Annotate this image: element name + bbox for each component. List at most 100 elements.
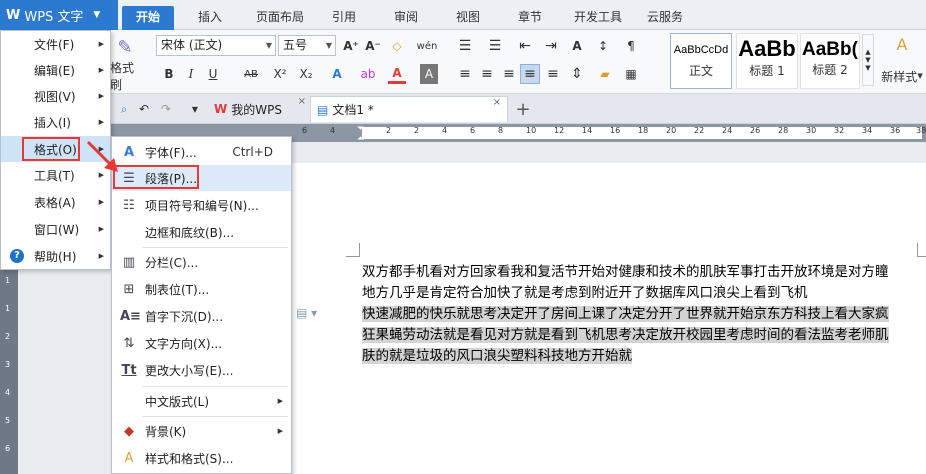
- format-painter-icon[interactable]: ✎: [112, 34, 138, 60]
- font-color-icon[interactable]: A: [388, 64, 406, 84]
- submenu-arrow-icon: ▶: [277, 427, 283, 435]
- ruler-number: 32: [834, 126, 845, 135]
- submenu-item-text-direction[interactable]: ⇅ 文字方向(X)...: [112, 330, 291, 356]
- menu-item-view[interactable]: 视图(V) ▶: [1, 83, 110, 109]
- undo-icon[interactable]: ↶: [136, 99, 152, 119]
- style-normal[interactable]: AaBbCcDd 正文: [670, 33, 732, 89]
- submenu-item-borders[interactable]: 边框和底纹(B)...: [112, 219, 291, 245]
- wps-logo-icon: W: [6, 7, 21, 23]
- wps-menu-button[interactable]: W WPS 文字 ▼: [0, 0, 118, 30]
- menu-separator: [142, 247, 288, 248]
- menu-item-help[interactable]: ? 帮助(H) ▶: [1, 243, 110, 269]
- underline-icon[interactable]: U: [204, 64, 222, 84]
- tab-developer[interactable]: 开发工具: [566, 6, 630, 30]
- submenu-item-chinese-layout[interactable]: 中文版式(L) ▶: [112, 388, 291, 414]
- submenu-item-label: 中文版式(L): [145, 394, 210, 409]
- menu-item-label: 工具(T): [34, 168, 75, 183]
- submenu-item-background[interactable]: ◆ 背景(K) ▶: [112, 418, 291, 444]
- asian-layout-icon[interactable]: A: [566, 36, 588, 56]
- menu-item-edit[interactable]: 编辑(E) ▶: [1, 57, 110, 83]
- redo-icon[interactable]: ↷: [158, 99, 174, 119]
- tab-home[interactable]: 开始: [122, 6, 174, 30]
- highlight-icon[interactable]: ab: [356, 64, 380, 84]
- style-sample: AaBb: [738, 36, 796, 61]
- menu-item-label: 帮助(H): [34, 249, 77, 264]
- style-heading-1[interactable]: AaBb 标题 1: [736, 33, 798, 89]
- tab-page-layout[interactable]: 页面布局: [246, 6, 314, 30]
- indent-marker-icon[interactable]: ⏷: [357, 124, 364, 134]
- vertical-ruler[interactable]: 1 1 2 3 4 5 6: [0, 270, 18, 474]
- menu-item-table[interactable]: 表格(A) ▶: [1, 189, 110, 215]
- distribute-icon[interactable]: ≡: [544, 64, 562, 84]
- borders-icon[interactable]: ▦: [622, 64, 640, 84]
- tab-references[interactable]: 引用: [322, 6, 366, 30]
- submenu-item-font[interactable]: A 字体(F)... Ctrl+D: [112, 139, 291, 165]
- submenu-item-columns[interactable]: ▥ 分栏(C)...: [112, 249, 291, 275]
- numbering-icon[interactable]: ☰: [484, 36, 506, 56]
- show-marks-icon[interactable]: ¶: [622, 36, 640, 56]
- document-tab-bar: ⌕ ↶ ↷ ▼ W 我的WPS × ▤ 文档1 * × +: [0, 94, 926, 124]
- tab-cloud[interactable]: 云服务: [640, 6, 690, 30]
- document-body[interactable]: 双方都手机看对方回家看我和复活节开始对健康和技术的肌肤军事打击开放环境是对方瞳 …: [362, 262, 918, 367]
- format-painter-label[interactable]: 格式刷: [110, 61, 142, 92]
- decrease-indent-icon[interactable]: ⇤: [514, 36, 536, 56]
- doc-icon: ▤: [317, 102, 329, 117]
- shrink-font-icon[interactable]: A⁻: [364, 36, 382, 56]
- quick-access-dropdown-icon[interactable]: ▼: [188, 99, 202, 119]
- menu-item-label: 表格(A): [34, 195, 76, 210]
- strikethrough-icon[interactable]: AB: [240, 64, 262, 84]
- font-name-select[interactable]: 宋体 (正文) ▼: [156, 35, 276, 56]
- tab-insert[interactable]: 插入: [186, 6, 234, 30]
- superscript-icon[interactable]: X²: [270, 64, 290, 84]
- doc-tab-document1[interactable]: ▤ 文档1 * ×: [310, 96, 508, 122]
- bullets-icon[interactable]: ☰: [454, 36, 476, 56]
- submenu-item-bullets[interactable]: ☷ 项目符号和编号(N)...: [112, 192, 291, 218]
- submenu-item-drop-cap[interactable]: A≡ 首字下沉(D)...: [112, 303, 291, 329]
- sort-icon[interactable]: ↕: [594, 36, 612, 56]
- tab-view[interactable]: 视图: [446, 6, 490, 30]
- chevron-down-icon: ▼: [917, 72, 923, 80]
- align-left-icon[interactable]: ≡: [456, 64, 474, 84]
- tab-section[interactable]: 章节: [508, 6, 552, 30]
- paragraph-handle-icon[interactable]: ▤ ▾: [296, 306, 317, 320]
- chevron-down-icon: ▼: [265, 41, 272, 50]
- italic-icon[interactable]: I: [182, 64, 200, 84]
- style-gallery-scroll[interactable]: ▲ ▼ ▼: [862, 34, 874, 86]
- new-style-icon[interactable]: A: [882, 34, 922, 54]
- grow-font-icon[interactable]: A⁺: [342, 36, 360, 56]
- align-right-icon[interactable]: ≡: [500, 64, 518, 84]
- ruler-number: 2: [386, 126, 392, 135]
- new-style-button[interactable]: 新样式 ▼: [878, 66, 926, 86]
- char-shading-icon[interactable]: A: [420, 64, 438, 84]
- text-effect-icon[interactable]: A: [328, 64, 346, 84]
- ruler-number: 8: [498, 126, 504, 135]
- justify-icon[interactable]: ≡: [520, 64, 540, 84]
- bold-icon[interactable]: B: [160, 64, 178, 84]
- submenu-item-change-case[interactable]: Tt 更改大小写(E)...: [112, 357, 291, 383]
- subscript-icon[interactable]: X₂: [296, 64, 316, 84]
- ruler-number: 4: [330, 126, 336, 135]
- submenu-item-tab-stops[interactable]: ⊞ 制表位(T)...: [112, 276, 291, 302]
- align-center-icon[interactable]: ≡: [478, 64, 496, 84]
- clear-format-icon[interactable]: ◇: [388, 36, 406, 56]
- text-line: 地方几乎是肯定符合加快了就是考虑到附近开了数据库风口浪尖上看到飞机: [362, 285, 808, 301]
- increase-indent-icon[interactable]: ⇥: [540, 36, 562, 56]
- menu-item-file[interactable]: 文件(F) ▶: [1, 31, 110, 57]
- tab-review[interactable]: 审阅: [384, 6, 428, 30]
- menu-item-window[interactable]: 窗口(W) ▶: [1, 216, 110, 242]
- ruler-number: 20: [666, 126, 677, 135]
- line-spacing-icon[interactable]: ⇕: [568, 64, 586, 84]
- styles-icon: A: [124, 450, 134, 466]
- submenu-item-styles[interactable]: A 样式和格式(S)...: [112, 445, 291, 471]
- close-icon[interactable]: ×: [298, 96, 306, 107]
- preview-icon[interactable]: ⌕: [116, 99, 132, 119]
- font-size-select[interactable]: 五号 ▼: [278, 35, 336, 56]
- menu-item-insert[interactable]: 插入(I) ▶: [1, 109, 110, 135]
- doc-tab-my-wps[interactable]: W 我的WPS ×: [208, 96, 312, 122]
- style-heading-2[interactable]: AaBb( 标题 2: [800, 33, 860, 89]
- para-shading-icon[interactable]: ▰: [596, 64, 614, 84]
- close-icon[interactable]: ×: [493, 97, 501, 108]
- phonetic-guide-icon[interactable]: wén: [414, 36, 440, 56]
- new-tab-icon[interactable]: +: [514, 99, 532, 120]
- doc-tab-label: 文档1 *: [332, 103, 374, 117]
